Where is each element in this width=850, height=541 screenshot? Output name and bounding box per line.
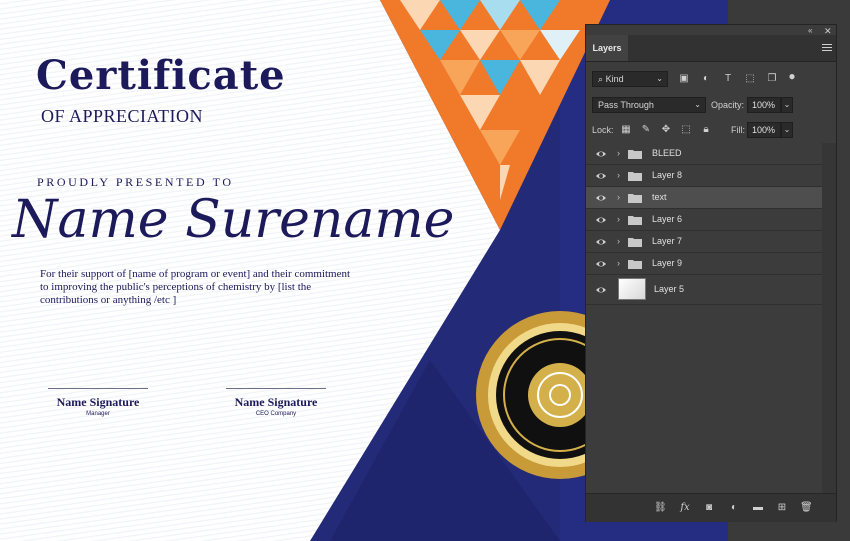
visibility-eye-icon[interactable] [595,193,607,203]
blend-row: Pass Through ⌄ Opacity: 100% ⌄ [586,95,836,115]
signature-name: Name Signature [234,395,318,409]
blend-mode-select[interactable]: Pass Through ⌄ [592,97,706,113]
signature-role: CEO Company [255,411,297,417]
lock-image-icon[interactable]: ✎ [640,124,652,136]
lock-label: Lock: [592,125,614,135]
chevron-right-icon[interactable]: › [617,192,620,202]
link-icon[interactable]: ⛓ [654,502,667,514]
chevron-down-icon: ⌄ [656,74,663,83]
signature-block-2: Name Signature CEO Company [226,388,326,417]
panel-title-strip: « ✕ [586,25,836,36]
opacity-input[interactable]: 100% [747,97,781,113]
visibility-eye-icon[interactable] [595,149,607,159]
signature-name: Name Signature [56,395,140,409]
layer-row-text[interactable]: › text [586,187,822,209]
presented-to-label: PROUDLY PRESENTED TO [37,175,234,189]
layer-row-layer-7[interactable]: › Layer 7 [586,231,822,253]
layer-name: text [652,192,667,202]
chevron-right-icon[interactable]: › [617,258,620,268]
chevron-right-icon[interactable]: › [617,170,620,180]
layer-row-layer-8[interactable]: › Layer 8 [586,165,822,187]
layer-name: BLEED [652,148,682,158]
filter-kind-select[interactable]: ⌕ Kind ⌄ [592,71,668,87]
chevron-down-icon: ⌄ [694,100,701,109]
folder-icon [628,238,642,247]
layer-row-layer-6[interactable]: › Layer 6 [586,209,822,231]
folder-icon [628,172,642,181]
tab-layers[interactable]: Layers [586,35,628,61]
lock-position-icon[interactable]: ✥ [660,124,672,136]
folder-icon [628,194,642,203]
layer-name: Layer 7 [652,236,683,246]
new-layer-icon[interactable]: ⊞ [776,502,788,514]
folder-icon [628,216,642,225]
layer-row-bleed[interactable]: › BLEED [586,143,822,165]
certificate-title: Certificate [36,52,286,99]
signature-line [226,388,326,389]
certificate-body-text: For their support of [name of program or… [40,268,351,306]
filter-row: ⌕ Kind ⌄ ▣ ◐ T ⬚ ❐ ● [586,69,836,89]
visibility-eye-icon[interactable] [595,171,607,181]
layer-row-layer-5[interactable]: Layer 5 [586,275,822,305]
visibility-eye-icon[interactable] [595,237,607,247]
blend-mode-value: Pass Through [598,100,654,110]
lock-artboard-icon[interactable]: ⬚ [680,124,692,136]
layer-name: Layer 6 [652,214,683,224]
signature-block-1: Name Signature Manager [48,388,148,417]
chevron-right-icon[interactable]: › [617,214,620,224]
adjustment-filter-icon[interactable]: ◐ [700,73,712,85]
search-icon: ⌕ [598,74,604,84]
fill-input[interactable]: 100% [747,122,781,138]
certificate-subtitle: OF APPRECIATION [41,106,204,126]
image-filter-icon[interactable]: ▣ [678,73,690,85]
layer-thumbnail [618,278,646,300]
new-group-icon[interactable]: ▬ [752,502,764,514]
signature-line [48,388,148,389]
chevron-right-icon[interactable]: › [617,236,620,246]
adjustment-layer-icon[interactable]: ◐ [728,502,740,514]
panel-menu-icon[interactable] [822,42,832,52]
fill-label: Fill: [731,125,745,135]
visibility-eye-icon[interactable] [595,259,607,269]
signature-role: Manager [86,411,110,417]
lock-row: Lock: ▦ ✎ ✥ ⬚ 🔒︎ Fill: 100% ⌄ [586,120,836,140]
filter-kind-value: Kind [605,74,624,84]
visibility-eye-icon[interactable] [595,285,607,295]
layers-panel: « ✕ Layers ⌕ Kind ⌄ ▣ ◐ T ⬚ ❐ ● Pass Thr… [585,24,837,522]
mask-icon[interactable]: ◙ [703,502,715,514]
filter-toggle-icon[interactable]: ● [786,70,798,82]
smart-object-filter-icon[interactable]: ❐ [766,73,778,85]
layer-name: Layer 5 [654,284,685,294]
fx-icon[interactable]: fx [679,502,691,514]
collapse-panel-icon[interactable]: « [808,26,812,35]
visibility-eye-icon[interactable] [595,215,607,225]
delete-icon[interactable]: 🗑︎ [800,502,813,514]
folder-icon [628,260,642,269]
fill-dropdown-button[interactable]: ⌄ [781,122,793,138]
folder-icon [628,150,642,159]
type-filter-icon[interactable]: T [722,73,734,85]
chevron-right-icon[interactable]: › [617,148,620,158]
lock-transparent-icon[interactable]: ▦ [620,124,632,136]
lock-all-icon[interactable]: 🔒︎ [700,124,712,136]
opacity-label: Opacity: [711,100,745,110]
layer-row-layer-9[interactable]: › Layer 9 [586,253,822,275]
recipient-name: Name Surename [12,190,455,250]
layers-bottom-toolbar: ⛓ fx ◙ ◐ ▬ ⊞ 🗑︎ [586,493,836,522]
layers-scrollbar[interactable] [822,143,836,493]
opacity-dropdown-button[interactable]: ⌄ [781,97,793,113]
shape-filter-icon[interactable]: ⬚ [744,73,756,85]
panel-tab-bar: Layers [586,35,836,62]
layer-name: Layer 9 [652,258,683,268]
layer-name: Layer 8 [652,170,683,180]
